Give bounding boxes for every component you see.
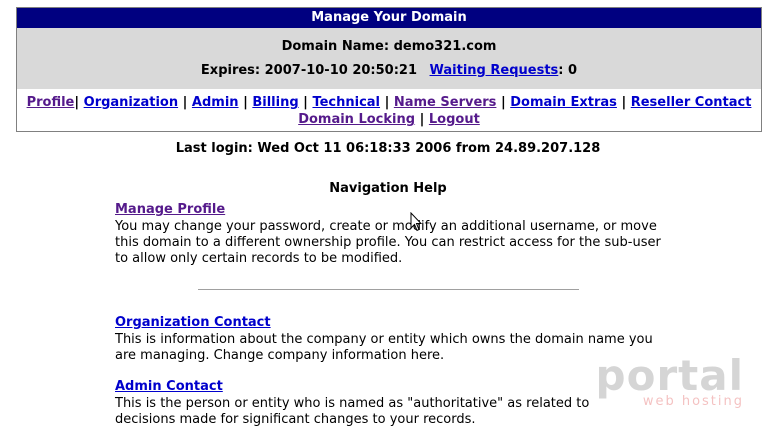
help-section-profile: Manage Profile You may change your passw… bbox=[115, 202, 675, 267]
admin-contact-text: This is the person or entity who is name… bbox=[115, 396, 590, 427]
nav-name-servers[interactable]: Name Servers bbox=[394, 95, 497, 110]
nav-reseller-contact[interactable]: Reseller Contact bbox=[631, 95, 752, 110]
nav-billing[interactable]: Billing bbox=[252, 95, 298, 110]
help-section-admin: Admin Contact This is the person or enti… bbox=[115, 379, 615, 428]
waiting-count: : 0 bbox=[558, 63, 578, 78]
expires-date: Expires: 2007-10-10 20:50:21 bbox=[200, 63, 417, 78]
last-login: Last login: Wed Oct 11 06:18:33 2006 fro… bbox=[175, 141, 601, 156]
watermark-brand: portal bbox=[595, 351, 744, 400]
nav-logout[interactable]: Logout bbox=[429, 112, 480, 127]
expires-line: Expires: 2007-10-10 20:50:21 Waiting Req… bbox=[17, 61, 761, 85]
nav-admin[interactable]: Admin bbox=[192, 95, 239, 110]
domain-info: Domain Name: demo321.com Expires: 2007-1… bbox=[17, 28, 761, 89]
organization-contact-text: This is information about the company or… bbox=[115, 332, 653, 363]
waiting-requests-link[interactable]: Waiting Requests bbox=[430, 63, 559, 78]
domain-panel: Manage Your Domain Domain Name: demo321.… bbox=[16, 7, 762, 132]
portal-watermark-logo: portal web hosting bbox=[595, 351, 744, 410]
navigation-help-title: Navigation Help bbox=[329, 181, 447, 196]
nav-domain-extras[interactable]: Domain Extras bbox=[510, 95, 617, 110]
nav-domain-locking[interactable]: Domain Locking bbox=[298, 112, 415, 127]
manage-profile-link[interactable]: Manage Profile bbox=[115, 202, 225, 217]
admin-contact-link[interactable]: Admin Contact bbox=[115, 379, 223, 394]
panel-title: Manage Your Domain bbox=[17, 8, 761, 28]
nav-technical[interactable]: Technical bbox=[312, 95, 380, 110]
domain-name: Domain Name: demo321.com bbox=[281, 39, 497, 54]
manage-profile-text: You may change your password, create or … bbox=[115, 219, 661, 266]
help-section-organization: Organization Contact This is information… bbox=[115, 315, 675, 364]
mouse-cursor-icon bbox=[410, 211, 423, 236]
nav-profile[interactable]: Profile bbox=[27, 95, 75, 110]
organization-contact-link[interactable]: Organization Contact bbox=[115, 315, 271, 330]
domain-nav: Profile| Organization | Admin | Billing … bbox=[26, 95, 752, 127]
section-divider bbox=[198, 289, 579, 290]
nav-organization[interactable]: Organization bbox=[84, 95, 178, 110]
